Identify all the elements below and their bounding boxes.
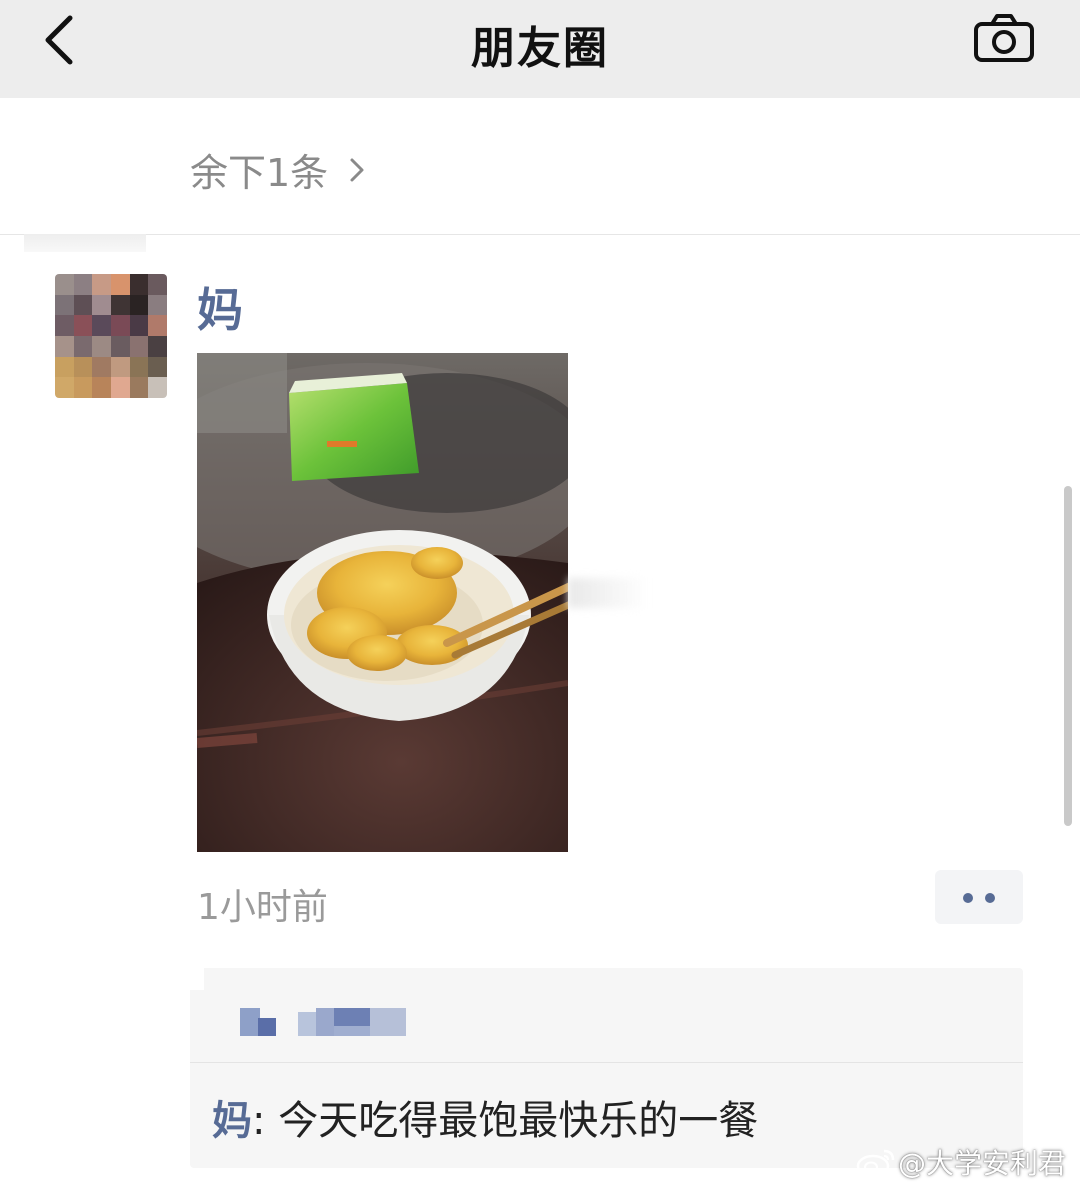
avatar-pixel (55, 377, 74, 398)
camera-icon[interactable] (972, 12, 1036, 64)
avatar-pixel (110, 315, 130, 336)
avatar-pixel (129, 315, 149, 336)
avatar-pixel (110, 356, 130, 378)
avatar-pixel (148, 335, 167, 357)
avatar-pixel (129, 294, 149, 316)
avatar-pixel (110, 377, 130, 398)
avatar-pixel (73, 335, 93, 357)
comment-box-notch (190, 968, 204, 990)
avatar-pixel (110, 335, 130, 357)
avatar-pixel (55, 335, 74, 357)
pixelated-liker-names[interactable] (240, 1008, 410, 1036)
avatar-pixel (73, 377, 93, 398)
avatar-pixel (92, 315, 111, 336)
scrollbar[interactable] (1064, 486, 1072, 826)
post-timestamp: 1小时前 (197, 887, 328, 928)
avatar-pixel (92, 335, 111, 357)
two-dots-icon (985, 893, 995, 903)
more-actions-button[interactable] (935, 870, 1023, 924)
remaining-posts-link[interactable]: 余下1条 (190, 142, 368, 197)
chopsticks-blur (568, 578, 648, 608)
avatar-pixel (92, 274, 111, 295)
remaining-posts-label: 余下1条 (190, 151, 329, 195)
post-photo[interactable] (197, 353, 568, 852)
avatar-pixel (92, 356, 111, 378)
avatar-pixel (73, 274, 93, 295)
comment-item: 妈: 今天吃得最饱最快乐的一餐 (212, 1088, 758, 1146)
comment-text: 今天吃得最饱最快乐的一餐 (278, 1098, 759, 1144)
avatar-pixel (148, 377, 167, 398)
avatar-pixel (148, 315, 167, 336)
comment-author[interactable]: 妈 (212, 1098, 252, 1144)
avatar-pixel (110, 294, 130, 316)
remaining-posts-row: 余下1条 (0, 98, 1080, 235)
avatar-pixel (129, 274, 149, 295)
post-author-name[interactable]: 妈 (197, 274, 243, 340)
avatar-pixel (73, 356, 93, 378)
two-dots-icon (963, 893, 973, 903)
comment-separator: : (252, 1098, 279, 1144)
avatar-pixel (92, 377, 111, 398)
avatar-pixel (55, 294, 74, 316)
watermark-text: @大学安利君 (898, 1147, 1067, 1180)
watermark: @大学安利君 (856, 1142, 1066, 1182)
divider-shadow (24, 234, 146, 252)
avatar-pixel (129, 377, 149, 398)
avatar-pixel (73, 315, 93, 336)
likes-row (190, 968, 1023, 1063)
weibo-logo-icon (856, 1149, 895, 1178)
avatar-pixel (148, 356, 167, 378)
navbar: 朋友圈 (0, 0, 1080, 99)
avatar[interactable] (55, 274, 167, 398)
avatar-pixel (129, 335, 149, 357)
interactions-box: 妈: 今天吃得最饱最快乐的一餐 (190, 968, 1023, 1168)
avatar-pixel (148, 294, 167, 316)
avatar-pixel (55, 274, 74, 295)
avatar-pixel (55, 315, 74, 336)
avatar-pixel (129, 356, 149, 378)
avatar-pixel (148, 274, 167, 295)
avatar-pixel (110, 274, 130, 295)
avatar-pixel (55, 356, 74, 378)
avatar-pixel (73, 294, 93, 316)
page-title: 朋友圈 (471, 23, 609, 74)
chevron-right-icon (350, 158, 364, 181)
avatar-pixel (92, 294, 111, 316)
